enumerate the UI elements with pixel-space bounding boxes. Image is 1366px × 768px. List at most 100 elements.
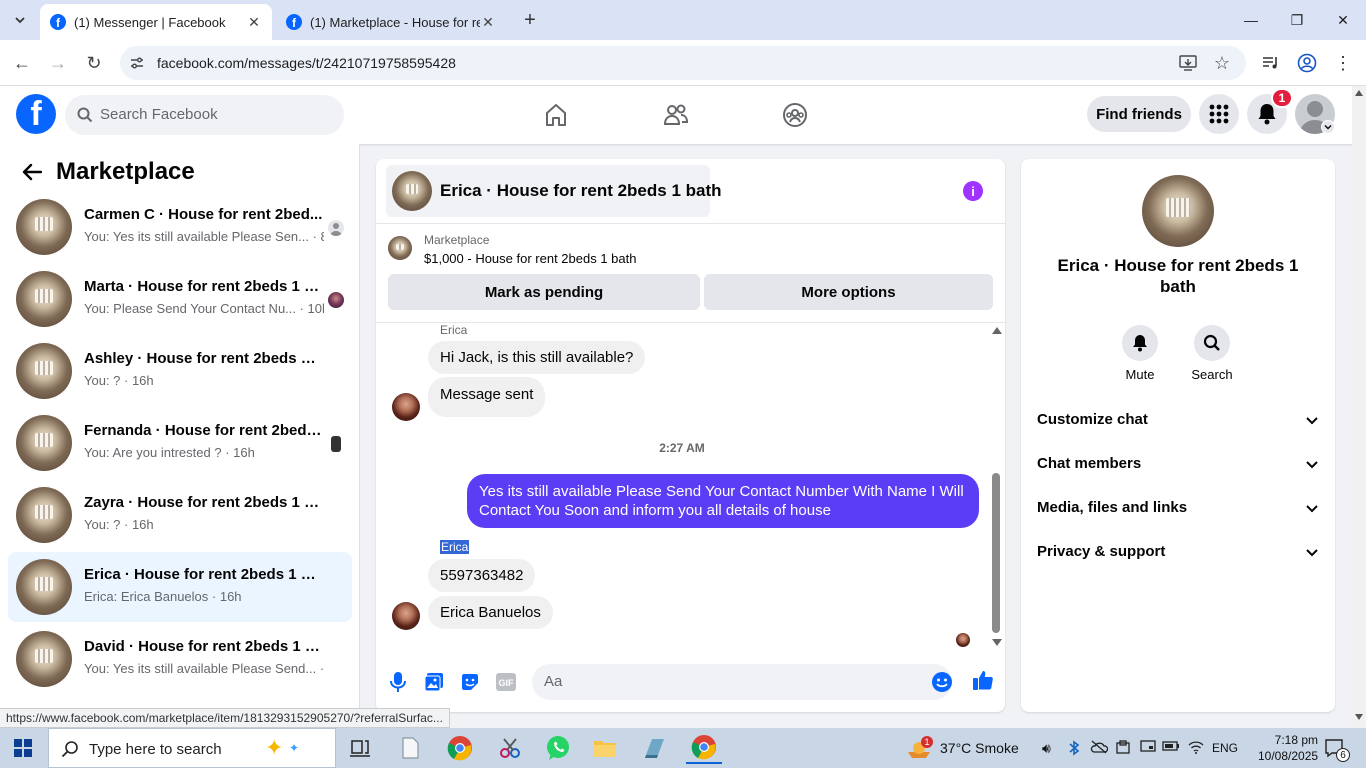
- conversation-item[interactable]: Carmen C · House for rent 2bed... You: Y…: [8, 192, 352, 262]
- seen-avatar: [328, 220, 344, 236]
- customize-chat-row[interactable]: Customize chat: [1037, 411, 1321, 435]
- grid-icon: [1209, 104, 1229, 124]
- incoming-message[interactable]: Erica Banuelos: [428, 596, 553, 629]
- battery-icon[interactable]: [1162, 740, 1180, 755]
- conversation-item[interactable]: David · House for rent 2beds 1 bath You:…: [8, 624, 352, 694]
- file-explorer-icon[interactable]: [587, 732, 623, 764]
- search-in-chat-button[interactable]: Search: [1182, 325, 1242, 382]
- media-controls-icon[interactable]: [1260, 52, 1282, 74]
- back-button[interactable]: ←: [9, 50, 35, 76]
- erica-avatar[interactable]: [392, 393, 420, 421]
- back-arrow-icon[interactable]: [20, 160, 44, 184]
- mark-as-pending-button[interactable]: Mark as pending: [388, 274, 700, 310]
- emoji-icon[interactable]: [931, 671, 953, 698]
- url-bar[interactable]: facebook.com/messages/t/2421071975859542…: [120, 46, 1246, 80]
- tab-marketplace[interactable]: f (1) Marketplace - House for rent ✕: [276, 4, 506, 40]
- tab-messenger[interactable]: f (1) Messenger | Facebook ✕: [40, 4, 272, 40]
- chat-scrollbar[interactable]: [989, 323, 1005, 651]
- app-icon[interactable]: [637, 732, 673, 764]
- microphone-icon[interactable]: [387, 671, 409, 693]
- volume-icon[interactable]: 🔊︎: [1042, 740, 1051, 757]
- conversation-preview: You: Yes its still available Please Sen.…: [84, 229, 324, 244]
- more-options-button[interactable]: More options: [704, 274, 993, 310]
- home-nav-icon[interactable]: [540, 99, 572, 131]
- forward-button[interactable]: →: [45, 50, 71, 76]
- whatsapp-app-icon[interactable]: [540, 732, 576, 764]
- weather-text[interactable]: 37°C Smoke: [940, 740, 1019, 756]
- profile-icon[interactable]: [1296, 52, 1318, 74]
- conversation-item[interactable]: Fernanda · House for rent 2beds... You: …: [8, 408, 352, 478]
- restore-button[interactable]: ❐: [1274, 0, 1320, 40]
- row-label: Media, files and links: [1037, 499, 1188, 516]
- listing-thumbnail: [16, 487, 72, 543]
- minimize-button[interactable]: —: [1228, 0, 1274, 40]
- snipping-tool-icon[interactable]: [492, 732, 528, 764]
- bluetooth-icon[interactable]: [1068, 740, 1080, 759]
- windows-taskbar: Type here to search ✦ ✦ 1 37°C Smoke 🔊︎: [0, 728, 1366, 768]
- facebook-favicon-icon: f: [286, 14, 302, 30]
- reload-button[interactable]: ↻: [81, 50, 107, 76]
- tab-search-dropdown[interactable]: [6, 6, 34, 34]
- chrome-app-icon[interactable]: [442, 732, 478, 764]
- info-icon[interactable]: i: [963, 181, 983, 201]
- chrome-active-app-icon[interactable]: [686, 732, 722, 764]
- groups-nav-icon[interactable]: [779, 99, 811, 131]
- clock[interactable]: 7:18 pm 10/08/2025: [1258, 732, 1318, 764]
- info-panel-title: Erica · House for rent 2beds 1 bath: [1057, 256, 1299, 296]
- facebook-search-input[interactable]: Search Facebook: [65, 95, 344, 135]
- chat-header[interactable]: Erica · House for rent 2beds 1 bath: [386, 165, 722, 217]
- search-placeholder: Search Facebook: [100, 106, 218, 123]
- search-icon: [1194, 325, 1230, 361]
- incoming-message[interactable]: 5597363482: [428, 559, 536, 592]
- sticker-icon[interactable]: [459, 671, 481, 693]
- listing-thumbnail: [16, 199, 72, 255]
- incoming-message[interactable]: Message sent: [428, 377, 546, 417]
- find-friends-button[interactable]: Find friends: [1087, 96, 1191, 132]
- page-scrollbar[interactable]: [1352, 86, 1366, 728]
- privacy-support-row[interactable]: Privacy & support: [1037, 543, 1321, 567]
- conversation-sidebar: Marketplace Carmen C · House for rent 2b…: [0, 144, 360, 708]
- conversation-name: Carmen C · House for rent 2bed...: [84, 206, 323, 223]
- tray-app-icon[interactable]: [1116, 740, 1130, 759]
- media-files-links-row[interactable]: Media, files and links: [1037, 499, 1321, 523]
- conversation-item-selected[interactable]: Erica · House for rent 2beds 1 bath Eric…: [8, 552, 352, 622]
- facebook-logo-icon[interactable]: f: [16, 94, 56, 134]
- site-settings-icon[interactable]: [128, 54, 146, 72]
- outgoing-message[interactable]: Yes its still available Please Send Your…: [467, 474, 979, 528]
- close-tab-icon[interactable]: ✕: [480, 14, 496, 31]
- wifi-icon[interactable]: [1188, 740, 1204, 757]
- conversation-item[interactable]: Marta · House for rent 2beds 1 b... You:…: [8, 264, 352, 334]
- listing-thumbnail: [392, 171, 432, 211]
- message-input[interactable]: Aa: [532, 664, 952, 700]
- scrollbar-thumb[interactable]: [992, 473, 1000, 633]
- bookmark-star-icon[interactable]: ☆: [1212, 53, 1232, 73]
- close-tab-icon[interactable]: ✕: [246, 14, 262, 31]
- notepad-app-icon[interactable]: [392, 732, 428, 764]
- sender-name-selected: Erica: [440, 540, 470, 554]
- row-label: Chat members: [1037, 455, 1142, 472]
- close-window-button[interactable]: ✕: [1320, 0, 1366, 40]
- mute-button[interactable]: Mute: [1110, 325, 1170, 382]
- listing-thumbnail: [1142, 175, 1214, 247]
- language-indicator[interactable]: ENG: [1212, 741, 1238, 755]
- display-icon[interactable]: [1140, 740, 1156, 757]
- photo-icon[interactable]: [423, 671, 445, 693]
- menu-grid-button[interactable]: [1199, 94, 1239, 134]
- thumbs-up-icon[interactable]: [972, 669, 994, 691]
- onedrive-icon[interactable]: [1090, 740, 1109, 757]
- chrome-menu-icon[interactable]: ⋮: [1332, 52, 1354, 74]
- account-chevron-icon[interactable]: [1321, 120, 1335, 134]
- task-view-icon[interactable]: [342, 732, 378, 764]
- gif-icon[interactable]: GIF: [495, 671, 517, 693]
- incoming-message[interactable]: Hi Jack, is this still available?: [428, 341, 646, 374]
- conversation-item[interactable]: Zayra · House for rent 2beds 1 bath You:…: [8, 480, 352, 550]
- new-tab-button[interactable]: +: [518, 8, 542, 32]
- chat-members-row[interactable]: Chat members: [1037, 455, 1321, 479]
- install-app-icon[interactable]: [1178, 53, 1198, 73]
- listing-title[interactable]: $1,000 - House for rent 2beds 1 bath: [424, 251, 636, 266]
- taskbar-search-box[interactable]: Type here to search ✦ ✦: [48, 728, 336, 768]
- erica-avatar[interactable]: [392, 602, 420, 630]
- friends-nav-icon[interactable]: [660, 99, 692, 131]
- conversation-item[interactable]: Ashley · House for rent 2beds 1 bath You…: [8, 336, 352, 406]
- windows-start-icon[interactable]: [14, 739, 32, 762]
